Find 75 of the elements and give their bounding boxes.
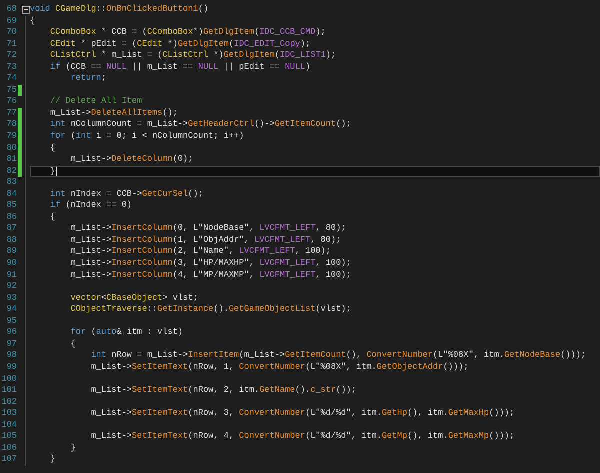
code-line: int nRow = m_List->InsertItem(m_List->GetItemCount(), ConvertNumber(L"%08X", itm.GetNodeBase())); [90,350,586,360]
line-number: 95 [6,316,17,328]
line-number: 92 [6,281,17,293]
line-number: 86 [6,212,17,224]
code-line: int nColumnCount = m_List->GetHeaderCtrl()->GetItemCount(); [49,119,352,130]
line-number: 91 [6,270,17,282]
line-number: 107 [0,454,17,466]
code-line: if (nIndex == 0) [49,200,132,210]
line-number: 77 [6,108,17,120]
code-line: } [49,166,56,176]
line-number: 74 [6,73,17,85]
line-number: 83 [6,177,17,189]
line-number: 87 [6,223,17,235]
line-number: 82 [6,166,17,178]
code-line: int nIndex = CCB->GetCurSel(); [49,188,204,199]
code-line: m_List->SetItemText(nRow, 1, ConvertNumber(L"%08X", itm.GetObjectAddr())); [90,362,469,372]
line-number: 89 [6,246,17,258]
code-line: m_List->SetItemText(nRow, 3, ConvertNumber(L"%d/%d", itm.GetHp(), itm.GetMaxHp())); [90,408,515,418]
line-number: 72 [6,50,17,62]
code-line: { [30,16,36,26]
code-line: m_List->InsertColumn(0, L"NodeBase", LVCFMT_LEFT, 80); [70,223,346,234]
line-number: 96 [6,327,17,339]
line-number: 100 [0,374,17,386]
code-line: CComboBox * CCB = (CComboBox*)GetDlgItem(IDC_CCB_CMD); [49,27,326,38]
line-number: 84 [6,188,17,200]
line-number: 75 [6,84,17,96]
line-number: 101 [0,385,17,397]
line-number: 73 [6,62,17,74]
line-number: 105 [0,431,17,443]
line-number: 99 [6,362,17,374]
line-number: 70 [6,27,17,39]
line-number: 88 [6,234,17,246]
line-number: 97 [6,338,17,350]
code-line: // Delete All Item [49,96,142,106]
code-line: m_List->InsertColumn(1, L"ObjAddr", LVCFMT_LEFT, 80); [70,234,342,245]
code-line: vector<CBaseObject> vlst; [70,292,198,303]
code-line: m_List->InsertColumn(3, L"HP/MAXHP", LVCFMT_LEFT, 100); [70,258,352,268]
line-number: 93 [6,292,17,304]
line-number: 98 [6,350,17,362]
line-number: 106 [0,442,17,454]
code-line: for (int i = 0; i < nColumnCount; i++) [49,131,244,142]
line-number: 68 [6,4,17,16]
code-line: void CGameDlg::OnBnClickedButton1() [30,4,209,14]
line-number: 85 [6,200,17,212]
code-line: m_List->SetItemText(nRow, 2, itm.GetName().c_str()); [90,385,357,396]
code-line: m_List->InsertColumn(4, L"MP/MAXMP", LVCFMT_LEFT, 100); [70,270,352,280]
line-number: 90 [6,258,17,270]
collapse-icon[interactable] [22,6,30,14]
code-line: { [49,212,56,222]
code-line: } [49,454,56,464]
line-number: 78 [6,119,17,132]
code-line: } [70,442,76,453]
code-line: { [49,142,56,153]
code-line: return; [70,73,107,84]
code-line: m_List->InsertColumn(2, L"Name", LVCFMT_LEFT, 100); [70,246,331,256]
code-line: m_List->DeleteAllItems(); [49,108,178,118]
code-line: for (auto& itm : vlst) [70,327,184,338]
code-line: CListCtrl * m_List = (CListCtrl *)GetDlgItem(IDC_LIST1); [49,50,336,60]
code-line: if (CCB == NULL || m_List == NULL || pEdit == NULL) [49,62,311,72]
line-number: 80 [6,142,17,154]
line-number: 81 [6,154,17,166]
code-line: { [70,338,76,349]
line-number: 103 [0,408,17,420]
code-line: m_List->DeleteColumn(0); [70,154,194,164]
line-number: 104 [0,420,17,432]
line-number: 102 [0,396,17,408]
line-number: 76 [6,96,17,108]
code-line: CEdit * pEdit = (CEdit *)GetDlgItem(IDC_EDIT_Copy); [49,38,311,49]
line-number: 71 [6,38,17,50]
code-line: CObjectTraverse::GetInstance().GetGameObjectList(vlst); [70,304,352,314]
line-number: 69 [6,16,17,28]
line-number: 94 [6,304,17,316]
code-line: m_List->SetItemText(nRow, 4, ConvertNumber(L"%d/%d", itm.GetMp(), itm.GetMaxMp())); [90,431,515,442]
line-number: 79 [6,131,17,143]
text-caret [56,166,57,176]
